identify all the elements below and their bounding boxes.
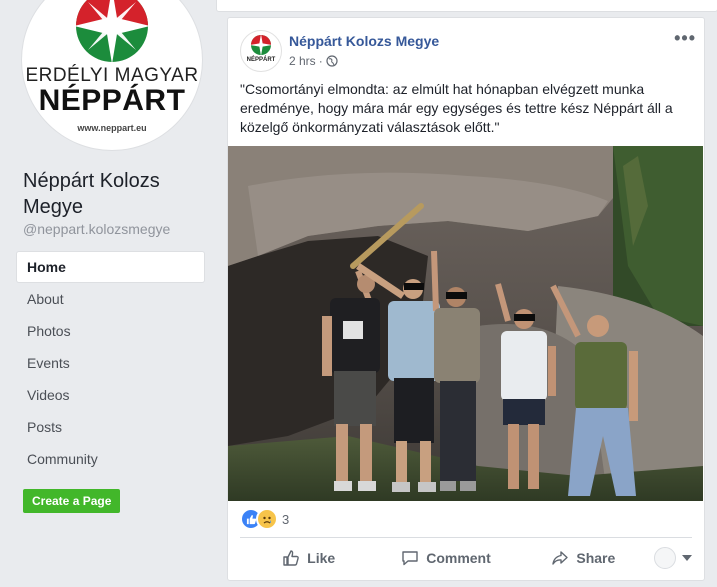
party-star-logo bbox=[74, 0, 150, 64]
like-button[interactable]: Like bbox=[240, 549, 377, 567]
share-label: Share bbox=[576, 550, 616, 566]
page-sidebar: ERDÉLYI MAGYAR NÉPPÁRT www.neppart.eu Né… bbox=[0, 0, 214, 587]
globe-icon[interactable] bbox=[326, 55, 338, 67]
page-nav: Home About Photos Events Videos Posts Co… bbox=[17, 252, 204, 476]
reaction-audience-selector[interactable] bbox=[652, 547, 692, 569]
nav-item-videos[interactable]: Videos bbox=[17, 380, 204, 410]
logo-url: www.neppart.eu bbox=[77, 123, 147, 133]
post-timestamp[interactable]: 2 hrs bbox=[289, 54, 316, 68]
post-card: NÉPPÁRT Néppárt Kolozs Megye 2 hrs · •••… bbox=[227, 17, 705, 581]
page-profile-picture[interactable]: ERDÉLYI MAGYAR NÉPPÁRT www.neppart.eu bbox=[22, 0, 202, 150]
page-title[interactable]: Néppárt Kolozs Megye bbox=[23, 168, 203, 220]
chevron-down-icon bbox=[681, 555, 692, 561]
group-photo-illustration bbox=[228, 146, 703, 501]
sad-icon bbox=[256, 508, 278, 530]
comment-button[interactable]: Comment bbox=[377, 549, 514, 567]
post-author[interactable]: Néppárt Kolozs Megye bbox=[289, 33, 439, 49]
thumbs-up-icon bbox=[282, 549, 300, 567]
post-actions-bar: Like Comment Share bbox=[240, 543, 692, 573]
like-label: Like bbox=[307, 550, 336, 566]
post-meta: 2 hrs · bbox=[289, 54, 338, 68]
nav-item-posts[interactable]: Posts bbox=[17, 412, 204, 442]
create-page-button[interactable]: Create a Page bbox=[23, 489, 121, 513]
nav-item-community[interactable]: Community bbox=[17, 444, 204, 474]
post-photo[interactable] bbox=[228, 146, 703, 501]
comment-icon bbox=[401, 549, 419, 567]
post-text: "Csomortányi elmondta: az elmúlt hat hón… bbox=[240, 81, 673, 135]
logo-text-line2: NÉPPÁRT bbox=[38, 84, 186, 117]
previous-card-edge bbox=[216, 0, 717, 12]
actions-divider bbox=[240, 537, 692, 538]
profile-selector-avatar bbox=[653, 547, 676, 569]
share-button[interactable]: Share bbox=[515, 549, 652, 567]
page-handle[interactable]: @neppart.kolozsmegye bbox=[23, 221, 170, 237]
author-avatar[interactable]: NÉPPÁRT bbox=[240, 30, 282, 72]
reaction-count: 3 bbox=[282, 511, 290, 527]
reactions-summary[interactable]: 3 bbox=[240, 508, 290, 530]
comment-label: Comment bbox=[426, 550, 491, 566]
share-icon bbox=[551, 549, 569, 567]
avatar-star-icon bbox=[250, 34, 272, 56]
nav-item-about[interactable]: About bbox=[17, 284, 204, 314]
meta-separator: · bbox=[318, 54, 323, 68]
nav-item-home[interactable]: Home bbox=[17, 252, 204, 282]
nav-item-photos[interactable]: Photos bbox=[17, 316, 204, 346]
post-options-icon[interactable]: ••• bbox=[674, 28, 696, 49]
nav-item-events[interactable]: Events bbox=[17, 348, 204, 378]
feed-column: NÉPPÁRT Néppárt Kolozs Megye 2 hrs · •••… bbox=[216, 0, 717, 587]
avatar-logo-text: NÉPPÁRT bbox=[246, 57, 276, 63]
